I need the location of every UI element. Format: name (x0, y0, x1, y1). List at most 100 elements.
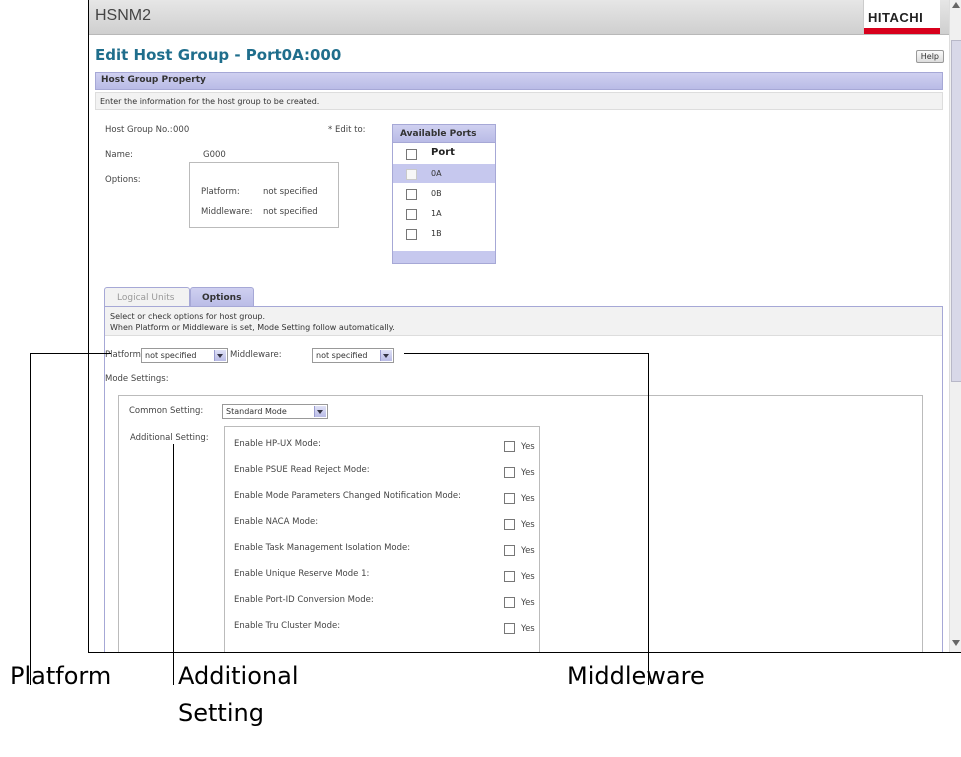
setting-checkbox[interactable] (504, 467, 515, 478)
tab-logical-units[interactable]: Logical Units (104, 287, 190, 307)
port-label: 0B (431, 189, 442, 198)
middleware-summary-value: not specified (263, 207, 318, 217)
options-label: Options: (105, 175, 141, 185)
yes-label: Yes (521, 598, 535, 608)
section-instruction: Enter the information for the host group… (95, 92, 943, 110)
platform-summary-label: Platform: (201, 187, 240, 197)
section-header-host-group-property: Host Group Property (95, 72, 943, 90)
port-checkbox[interactable] (406, 189, 417, 200)
options-instruction: Select or check options for host group. … (105, 307, 942, 336)
setting-row: Enable Port-ID Conversion Mode: Yes (225, 588, 539, 614)
available-ports-header: Available Ports (393, 125, 495, 143)
ports-column-header: Port (393, 144, 495, 163)
mode-settings-label: Mode Settings: (105, 374, 169, 384)
port-row[interactable]: 1A (393, 204, 495, 223)
additional-setting-label: Additional Setting: (130, 433, 209, 443)
options-summary-box: Platform: not specified Middleware: not … (189, 162, 339, 228)
setting-row: Enable Unique Reserve Mode 1: Yes (225, 562, 539, 588)
port-column-label: Port (431, 147, 455, 158)
setting-checkbox[interactable] (504, 493, 515, 504)
brand-logo: HITACHI (863, 0, 940, 34)
setting-label: Enable Task Management Isolation Mode: (234, 543, 411, 553)
setting-label: Enable Mode Parameters Changed Notificat… (234, 491, 462, 501)
options-instruction-line-1: Select or check options for host group. (110, 312, 266, 321)
port-checkbox[interactable] (406, 169, 417, 180)
port-checkbox[interactable] (406, 209, 417, 220)
host-group-no-value: 000 (173, 125, 190, 135)
page-title: Edit Host Group - Port0A:000 (95, 46, 342, 64)
middleware-select[interactable]: not specified (312, 348, 394, 363)
yes-label: Yes (521, 494, 535, 504)
setting-row: Enable PSUE Read Reject Mode: Yes (225, 458, 539, 484)
section-title: Host Group Property (101, 75, 206, 85)
common-setting-select[interactable]: Standard Mode (222, 404, 328, 419)
setting-label: Enable PSUE Read Reject Mode: (234, 465, 370, 475)
ports-footer (393, 251, 495, 263)
available-ports-table: Available Ports Port 0A 0B 1A 1B (392, 124, 496, 264)
platform-select[interactable]: not specified (141, 348, 228, 363)
yes-label: Yes (521, 468, 535, 478)
setting-label: Enable Tru Cluster Mode: (234, 621, 341, 631)
common-setting-value: Standard Mode (226, 407, 287, 416)
setting-row: Enable NACA Mode: Yes (225, 510, 539, 536)
setting-row: Enable HP-UX Mode: Yes (225, 432, 539, 458)
port-row[interactable]: 1B (393, 224, 495, 243)
setting-row: Enable Mode Parameters Changed Notificat… (225, 484, 539, 510)
app-window: HSNM2 HITACHI Edit Host Group - Port0A:0… (88, 0, 961, 653)
yes-label: Yes (521, 442, 535, 452)
setting-label: Enable NACA Mode: (234, 517, 319, 527)
port-label: 1A (431, 209, 442, 218)
setting-checkbox[interactable] (504, 597, 515, 608)
yes-label: Yes (521, 624, 535, 634)
setting-checkbox[interactable] (504, 519, 515, 530)
help-button[interactable]: Help (915, 50, 944, 63)
chevron-down-icon[interactable] (314, 406, 326, 417)
scroll-down-icon[interactable] (952, 640, 960, 646)
middleware-annotation: Middleware (567, 662, 705, 690)
middleware-callout-line-h (404, 353, 649, 354)
middleware-summary-label: Middleware: (201, 207, 253, 217)
setting-checkbox[interactable] (504, 545, 515, 556)
additional-annotation-line1: Additional (178, 662, 299, 690)
select-all-ports-checkbox[interactable] (406, 149, 417, 160)
common-setting-label: Common Setting: (129, 406, 204, 416)
port-checkbox[interactable] (406, 229, 417, 240)
name-value: G000 (203, 150, 226, 160)
platform-select-value: not specified (145, 351, 197, 360)
setting-checkbox[interactable] (504, 441, 515, 452)
port-label: 0A (431, 169, 442, 178)
platform-callout-line-v (30, 353, 31, 685)
scrollbar-thumb[interactable] (951, 40, 961, 382)
setting-row: Enable Task Management Isolation Mode: Y… (225, 536, 539, 562)
chevron-down-icon[interactable] (214, 350, 226, 361)
chevron-down-icon[interactable] (380, 350, 392, 361)
additional-settings-box: Enable HP-UX Mode: Yes Enable PSUE Read … (224, 426, 540, 652)
setting-checkbox[interactable] (504, 571, 515, 582)
app-title: HSNM2 (95, 7, 152, 24)
platform-annotation: Platform (10, 662, 112, 690)
tab-options-label: Options (202, 293, 242, 303)
edit-to-label: * Edit to: (328, 125, 366, 135)
tab-options[interactable]: Options (190, 287, 254, 307)
brand-red-bar (864, 28, 940, 34)
middleware-select-value: not specified (316, 351, 368, 360)
additional-setting-callout-line (173, 444, 174, 685)
app-header: HSNM2 HITACHI (89, 0, 961, 35)
port-row[interactable]: 0A (393, 164, 495, 183)
platform-callout-line-h (30, 353, 111, 354)
yes-label: Yes (521, 520, 535, 530)
scroll-up-icon[interactable] (952, 2, 960, 8)
host-group-no-label: Host Group No.: (105, 125, 173, 135)
vertical-scrollbar[interactable] (949, 0, 961, 652)
port-label: 1B (431, 229, 442, 238)
tab-logical-units-label: Logical Units (117, 293, 175, 303)
setting-label: Enable Unique Reserve Mode 1: (234, 569, 370, 579)
port-row[interactable]: 0B (393, 184, 495, 203)
options-instruction-line-2: When Platform or Middleware is set, Mode… (110, 323, 395, 332)
setting-checkbox[interactable] (504, 623, 515, 634)
yes-label: Yes (521, 572, 535, 582)
setting-label: Enable HP-UX Mode: (234, 439, 321, 449)
platform-label: Platform: (105, 350, 144, 360)
middleware-callout-line-v (648, 353, 649, 685)
additional-annotation-line2: Setting (178, 699, 264, 727)
